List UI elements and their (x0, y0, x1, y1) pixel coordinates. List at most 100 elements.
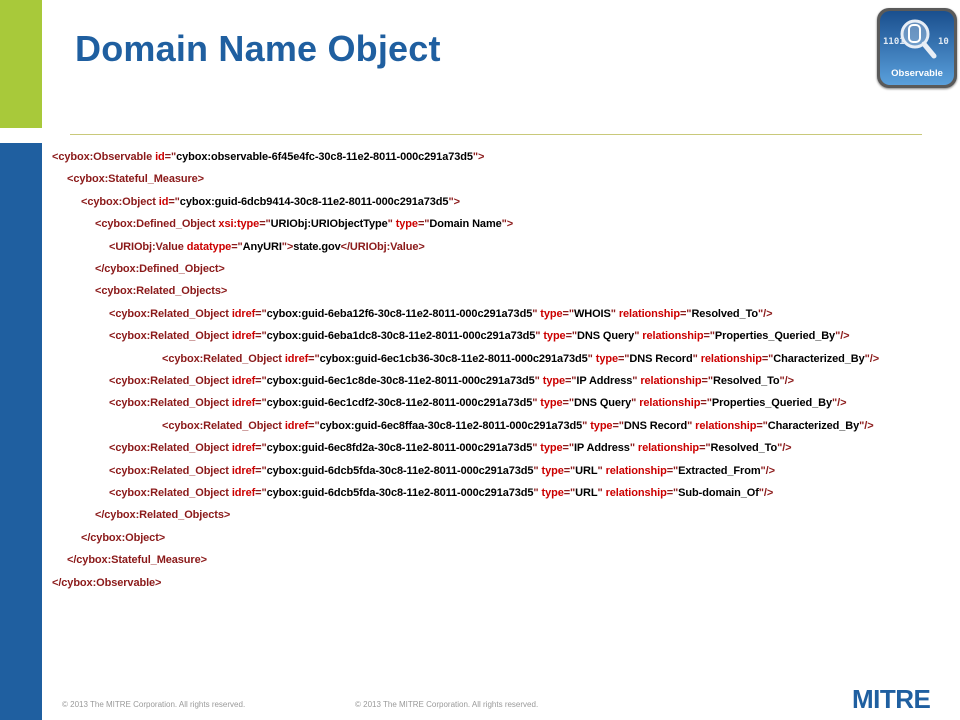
code-attr: type (590, 419, 613, 432)
code-tag: "/> (779, 375, 795, 387)
code-tag: " (610, 307, 619, 320)
code-line: <cybox:Related_Objects> (95, 284, 227, 298)
code-tag: <cybox:Related_Object (109, 307, 232, 320)
code-tag: =" (255, 375, 267, 387)
code-line: <cybox:Related_Object idref="cybox:guid-… (109, 374, 794, 388)
code-val: DNS Record (623, 419, 688, 432)
observable-logo-panel: 1101 10 Observable (880, 11, 954, 85)
code-val: DNS Query (577, 330, 635, 343)
code-tag: </cybox:Observable> (52, 576, 162, 589)
code-val: cybox:guid-6ec1cb36-30c8-11e2-8011-000c2… (319, 352, 588, 365)
code-tag: "/> (859, 419, 874, 432)
code-tag: =" (562, 397, 575, 410)
code-line: </cybox:Stateful_Measure> (67, 553, 207, 567)
code-attr: relationship (642, 330, 704, 343)
code-tag: <cybox:Object (81, 195, 159, 208)
code-tag: =" (617, 352, 630, 365)
code-tag: =" (562, 307, 575, 320)
code-val: AnyURI (242, 240, 282, 253)
code-val: cybox:guid-6dcb5fda-30c8-11e2-8011-000c2… (266, 487, 534, 499)
code-attr: type (540, 397, 563, 410)
code-line: <cybox:Related_Object idref="cybox:guid-… (109, 329, 850, 343)
code-val: Characterized_By (767, 419, 860, 432)
code-tag: =" (255, 464, 267, 477)
code-tag: =" (699, 442, 711, 455)
observable-logo: 1101 10 Observable (877, 8, 957, 88)
code-tag: <cybox:Related_Object (109, 330, 232, 343)
code-line: <cybox:Related_Object idref="cybox:guid-… (109, 396, 847, 410)
code-attr: idref (284, 419, 309, 432)
code-attr: idref (231, 307, 256, 320)
code-attr: relationship (640, 375, 702, 387)
code-tag: =" (612, 419, 624, 432)
code-attr: relationship (639, 397, 701, 410)
code-tag: =" (666, 487, 679, 499)
code-tag: =" (308, 352, 320, 365)
code-attr: relationship (605, 487, 667, 499)
code-line: <cybox:Related_Object idref="cybox:guid-… (109, 307, 773, 321)
code-tag: <cybox:Related_Object (109, 397, 232, 410)
code-tag: " (533, 464, 542, 477)
code-tag: "/> (758, 487, 774, 499)
code-tag: <cybox:Related_Object (109, 375, 232, 387)
code-tag: "/> (864, 352, 880, 365)
code-val: WHOIS (573, 307, 611, 320)
code-attr: type (540, 442, 563, 455)
code-tag: </cybox:Object> (81, 531, 166, 544)
code-line: <cybox:Stateful_Measure> (67, 172, 204, 186)
code-tag: " (597, 487, 606, 499)
code-val: Properties_Queried_By (714, 330, 836, 343)
code-attr: type (542, 375, 565, 387)
code-tag: "> (281, 240, 294, 253)
code-line: </cybox:Defined_Object> (95, 262, 225, 276)
code-attr: relationship (637, 442, 700, 455)
code-val: Domain Name (429, 218, 502, 231)
code-tag: <cybox:Related_Object (162, 419, 285, 432)
code-attr: id (158, 195, 169, 208)
code-tag: =" (164, 151, 177, 163)
code-tag: <cybox:Related_Object (162, 352, 285, 365)
logo-bits-right: 10 (938, 37, 949, 47)
code-line: <cybox:Related_Object idref="cybox:guid-… (109, 441, 792, 455)
code-line: </cybox:Object> (81, 531, 165, 545)
code-tag: <cybox:Related_Object (109, 487, 232, 499)
code-tag: =" (255, 442, 267, 455)
code-tag: <URIObj:Value (109, 240, 187, 253)
code-val: Characterized_By (773, 352, 865, 365)
code-tag: =" (231, 240, 243, 253)
code-val: URL (575, 487, 598, 499)
code-tag: " (687, 419, 696, 432)
code-val: DNS Record (629, 352, 693, 365)
code-tag: =" (562, 442, 575, 455)
code-val: cybox:observable-6f45e4fc-30c8-11e2-8011… (176, 151, 473, 163)
code-tag: =" (255, 397, 267, 410)
code-attr: idref (284, 352, 309, 365)
code-val: Sub-domain_Of (678, 487, 759, 499)
code-tag: =" (761, 352, 774, 365)
code-attr: type (541, 487, 564, 499)
code-tag: " (587, 352, 596, 365)
code-tag: <cybox:Observable (52, 151, 156, 163)
code-tag: =" (168, 195, 180, 208)
code-val: cybox:guid-6dcb9414-30c8-11e2-8011-000c2… (179, 195, 449, 208)
code-attr: relationship (700, 352, 762, 365)
code-tag: "/> (835, 330, 850, 343)
left-accent-bar-bottom (0, 143, 42, 720)
code-tag: =" (679, 307, 692, 320)
code-tag: =" (259, 218, 271, 231)
code-tag: <cybox:Related_Objects> (95, 285, 228, 298)
code-tag: <cybox:Related_Object (109, 442, 232, 455)
code-tag: =" (255, 487, 267, 499)
code-tag: =" (756, 419, 768, 432)
code-tag: " (534, 375, 543, 387)
code-attr: type (595, 352, 618, 365)
code-val: URL (575, 464, 598, 477)
page-title: Domain Name Object (75, 28, 441, 69)
code-val: Resolved_To (710, 442, 778, 455)
code-tag: <cybox:Related_Object (109, 464, 232, 477)
code-tag: " (629, 442, 638, 455)
code-tag: =" (701, 375, 714, 387)
code-tag: =" (564, 375, 577, 387)
code-tag: "/> (758, 307, 773, 320)
copyright-right: © 2013 The MITRE Corporation. All rights… (355, 700, 539, 709)
